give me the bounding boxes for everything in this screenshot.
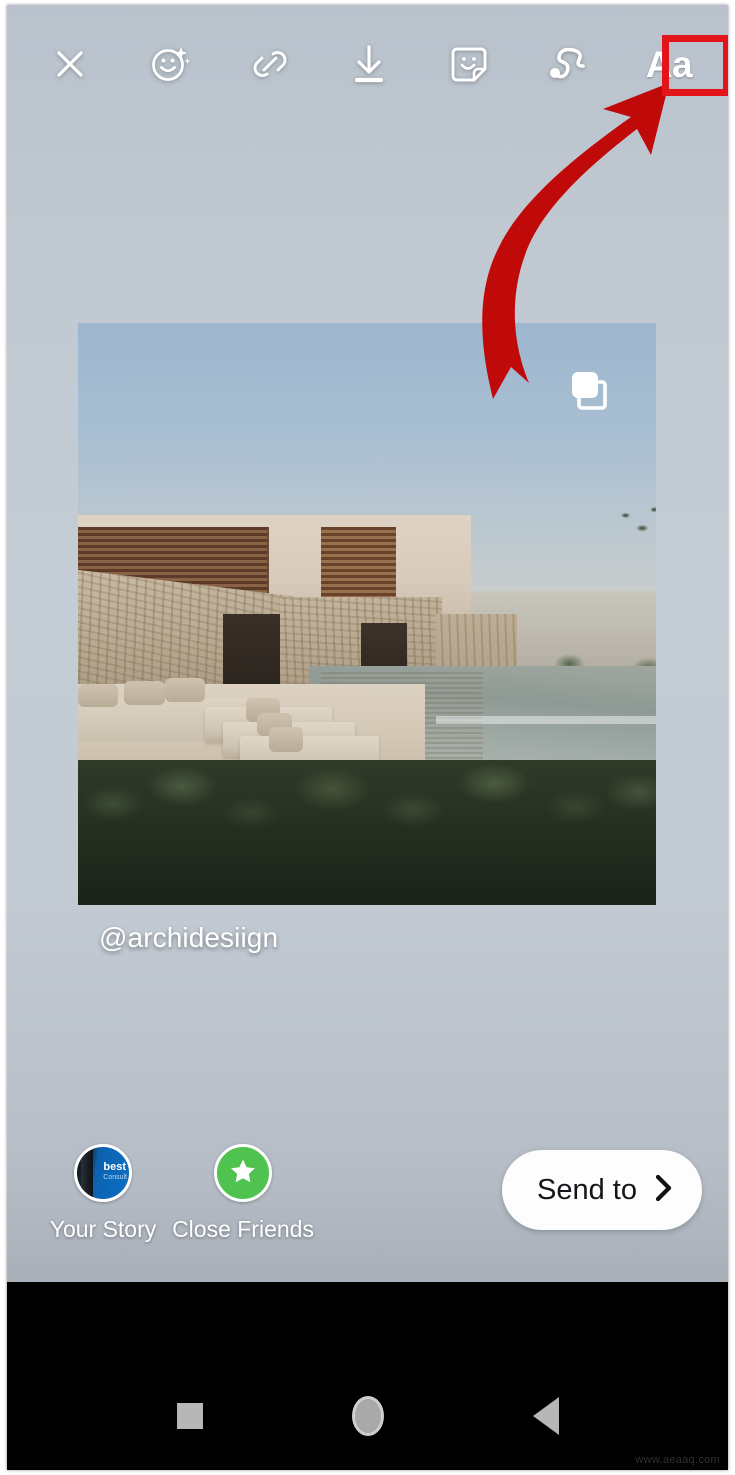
text-tool-button[interactable]: Aa	[638, 33, 700, 95]
star-icon	[228, 1156, 258, 1191]
send-to-label: Send to	[537, 1173, 637, 1206]
smiley-sparkle-icon	[147, 41, 193, 87]
close-button[interactable]	[39, 33, 101, 95]
sticker-face-icon	[447, 42, 491, 86]
story-toolbar: Aa	[7, 5, 728, 123]
android-navigation-bar: www.aeaaq.com	[7, 1282, 728, 1470]
back-button[interactable]	[525, 1395, 567, 1437]
close-friends-star-badge	[214, 1144, 272, 1202]
photo-cushion	[164, 678, 206, 703]
destination-label: Close Friends	[172, 1216, 314, 1242]
close-x-icon	[50, 44, 90, 84]
sticker-button[interactable]	[438, 33, 500, 95]
draw-button[interactable]	[538, 33, 600, 95]
username-handle-sticker[interactable]: @archidesiign	[99, 922, 278, 954]
send-to-button[interactable]: Send to	[502, 1150, 702, 1230]
destination-close-friends[interactable]: Close Friends	[172, 1144, 314, 1243]
story-editor-canvas[interactable]: Aa @archidesiign best Consult Your Story…	[7, 5, 728, 1282]
watermark: www.aeaaq.com	[635, 1454, 720, 1466]
destination-label: Your Story	[49, 1216, 157, 1242]
avatar: best Consult	[74, 1144, 132, 1202]
destination-your-story[interactable]: best Consult Your Story	[33, 1144, 173, 1243]
multi-photo-icon[interactable]	[568, 368, 612, 412]
nav-button-row	[7, 1390, 728, 1442]
avatar-logo-bar	[81, 1147, 93, 1199]
share-bar: best Consult Your Story Close Friends Se…	[7, 1132, 728, 1282]
photo-pool-edge	[436, 715, 656, 724]
text-aa-icon: Aa	[645, 43, 693, 85]
triangle-left-icon	[532, 1397, 559, 1435]
link-button[interactable]	[239, 33, 301, 95]
screenshot-root: Aa @archidesiign best Consult Your Story…	[0, 0, 735, 1475]
photo-branch	[609, 497, 656, 556]
recents-button[interactable]	[169, 1395, 211, 1437]
circle-icon	[351, 1396, 384, 1436]
squiggle-draw-icon	[545, 42, 593, 86]
download-arrow-icon	[346, 41, 392, 87]
avatar-logo-subword: Consult	[103, 1174, 127, 1181]
photo-foreground-foliage	[78, 759, 656, 905]
phone-frame: Aa @archidesiign best Consult Your Story…	[7, 5, 728, 1470]
link-chain-icon	[248, 42, 292, 86]
effects-button[interactable]	[139, 33, 201, 95]
chevron-right-icon	[653, 1173, 675, 1208]
photo-cushion	[124, 680, 165, 706]
home-button[interactable]	[347, 1395, 389, 1437]
story-media-card[interactable]	[78, 323, 656, 905]
square-icon	[176, 1403, 203, 1429]
avatar-logo-word: best	[103, 1161, 126, 1173]
photo-cushion	[268, 727, 304, 752]
save-button[interactable]	[338, 33, 400, 95]
photo-cushion	[78, 683, 119, 708]
